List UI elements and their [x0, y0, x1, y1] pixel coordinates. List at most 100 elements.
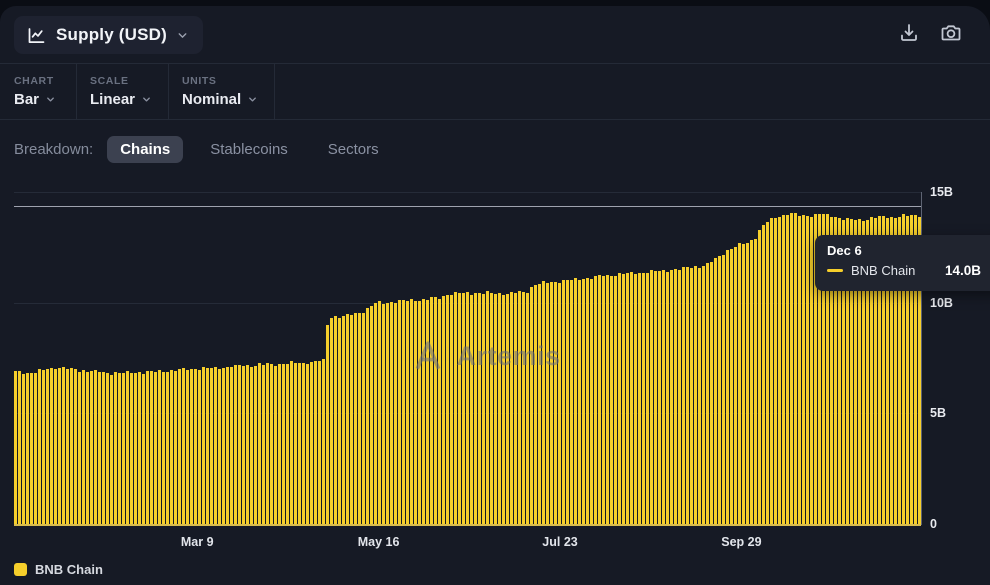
bar: [146, 371, 149, 525]
x-tick-label: May 16: [358, 535, 400, 549]
metric-selector-button[interactable]: Supply (USD): [14, 16, 203, 54]
bar: [378, 301, 381, 525]
bar: [506, 294, 509, 525]
bar: [74, 369, 77, 525]
bar: [438, 299, 441, 525]
control-separator: [76, 63, 77, 119]
bar: [650, 270, 653, 525]
bar: [542, 281, 545, 525]
bar: [406, 301, 409, 525]
bar: [590, 279, 593, 525]
breakdown-option-stablecoins[interactable]: Stablecoins: [197, 136, 301, 163]
bar: [482, 294, 485, 525]
units-dropdown[interactable]: Nominal: [182, 91, 258, 108]
bar: [194, 369, 197, 525]
bar: [742, 244, 745, 525]
bar: [410, 299, 413, 525]
bar: [778, 217, 781, 525]
bar: [222, 368, 225, 525]
bar: [234, 365, 237, 525]
bar: [550, 282, 553, 525]
bar: [570, 280, 573, 525]
bar: [246, 365, 249, 525]
tooltip-date: Dec 6: [827, 243, 990, 258]
chart-type-value: Bar: [14, 91, 39, 108]
bar: [538, 284, 541, 525]
y-tick-label: 0: [930, 517, 937, 531]
bar: [678, 270, 681, 525]
bar: [718, 256, 721, 525]
bar: [314, 361, 317, 525]
bar: [714, 258, 717, 525]
bar: [782, 215, 785, 525]
bar: [354, 313, 357, 525]
bar: [490, 293, 493, 525]
bar-series: [14, 192, 921, 525]
bar: [554, 282, 557, 525]
bar: [106, 373, 109, 525]
bar: [270, 364, 273, 525]
bar: [174, 371, 177, 525]
bar: [290, 361, 293, 525]
breakdown-option-sectors[interactable]: Sectors: [315, 136, 392, 163]
bar: [54, 369, 57, 525]
bar: [94, 370, 97, 525]
bar: [118, 373, 121, 525]
bar: [86, 372, 89, 525]
legend[interactable]: BNB Chain: [14, 562, 103, 577]
bar: [674, 269, 677, 525]
bar: [262, 365, 265, 525]
bar: [494, 294, 497, 525]
x-tick-label: Sep 29: [721, 535, 761, 549]
bar: [526, 293, 529, 525]
bar: [70, 368, 73, 525]
camera-icon[interactable]: [938, 20, 964, 46]
bar: [294, 363, 297, 525]
bar: [706, 263, 709, 525]
bar: [214, 367, 217, 525]
bar: [574, 278, 577, 525]
bar: [394, 303, 397, 525]
x-axis: Mar 9 May 16 Jul 23 Sep 29: [14, 535, 921, 551]
breakdown-option-chains[interactable]: Chains: [107, 136, 183, 163]
x-tick-label: Jul 23: [542, 535, 577, 549]
chart-plot[interactable]: Artemis: [14, 192, 921, 525]
bar: [218, 369, 221, 525]
metric-selector-label: Supply (USD): [56, 25, 167, 45]
bar: [658, 271, 661, 525]
bar: [618, 273, 621, 525]
control-separator: [274, 63, 275, 119]
bar: [130, 373, 133, 525]
bar: [58, 368, 61, 525]
bar: [26, 373, 29, 525]
y-tick-label: 15B: [930, 185, 953, 199]
bar: [646, 273, 649, 525]
bar: [594, 276, 597, 525]
download-icon[interactable]: [896, 20, 922, 46]
x-axis-baseline: [14, 524, 921, 526]
chart-type-dropdown[interactable]: Bar: [14, 91, 56, 108]
bar: [734, 247, 737, 525]
scale-dropdown[interactable]: Linear: [90, 91, 152, 108]
chevron-down-icon: [141, 94, 152, 105]
bar: [722, 255, 725, 525]
bar: [206, 368, 209, 525]
bar: [238, 365, 241, 525]
bar: [442, 296, 445, 525]
bar: [38, 369, 41, 525]
bar: [630, 272, 633, 525]
bar: [14, 371, 17, 525]
bar: [370, 306, 373, 525]
bar: [546, 283, 549, 525]
bar: [470, 295, 473, 525]
bar: [390, 302, 393, 525]
bar: [698, 268, 701, 525]
legend-label: BNB Chain: [35, 562, 103, 577]
x-tick-label: Mar 9: [181, 535, 214, 549]
bar: [326, 325, 329, 525]
bar: [786, 215, 789, 525]
bar: [250, 367, 253, 525]
bar: [102, 372, 105, 525]
bar: [362, 313, 365, 525]
bar: [510, 292, 513, 525]
